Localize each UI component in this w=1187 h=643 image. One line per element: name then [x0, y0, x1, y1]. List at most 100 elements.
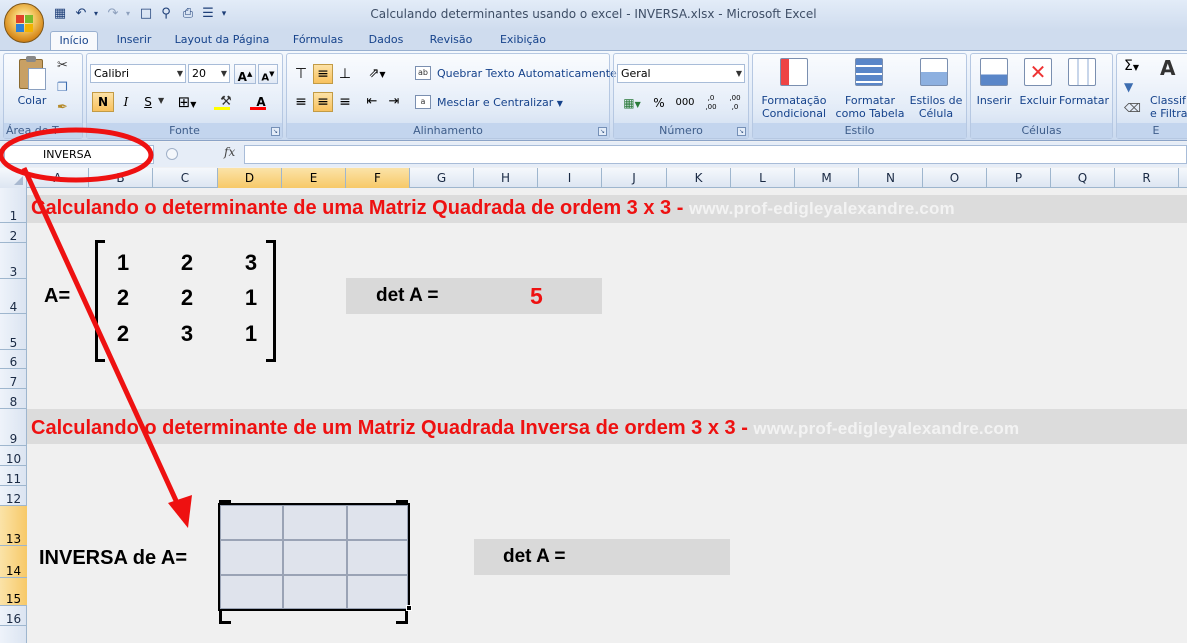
italic-button[interactable]: I — [116, 92, 136, 112]
alignment-launcher-icon[interactable]: ↘ — [598, 127, 607, 136]
increase-indent-icon[interactable]: ⇥ — [384, 92, 404, 112]
column-header-d[interactable]: D — [218, 168, 282, 188]
inverse-cell[interactable] — [347, 575, 408, 609]
format-cells-button[interactable]: Formatar — [1058, 94, 1110, 107]
fill-icon[interactable]: ▼ — [1124, 80, 1133, 94]
grow-font-button[interactable]: A▲ — [234, 64, 256, 84]
delete-cells-icon[interactable]: ✕ — [1024, 58, 1052, 86]
number-format-select[interactable]: Geral ▼ — [617, 64, 745, 83]
office-button[interactable] — [4, 3, 44, 43]
insert-function-icon[interactable]: fx — [224, 145, 235, 159]
matrix-cell[interactable]: 2 — [172, 250, 202, 276]
column-header-c[interactable]: C — [153, 168, 218, 188]
row-header-1[interactable]: 1 — [0, 188, 27, 223]
column-header-r[interactable]: R — [1115, 168, 1179, 188]
copy-icon[interactable]: ❐ — [57, 80, 68, 94]
tab-inserir[interactable]: Inserir — [108, 31, 160, 50]
matrix-cell[interactable]: 2 — [172, 285, 202, 311]
row-header-12[interactable]: 12 — [0, 486, 27, 506]
column-header-e[interactable]: E — [282, 168, 346, 188]
inverse-cell[interactable] — [283, 540, 347, 575]
align-top-icon[interactable]: ⊤ — [291, 64, 311, 84]
column-header-g[interactable]: G — [410, 168, 474, 188]
merge-center-button[interactable]: Mesclar e Centralizar ▼ — [437, 96, 563, 109]
column-header-o[interactable]: O — [923, 168, 987, 188]
sort-filter-button[interactable]: Classif e Filtra — [1150, 94, 1187, 120]
orientation-icon[interactable]: ⇗▼ — [362, 64, 392, 84]
paste-button[interactable]: Colar — [12, 94, 52, 107]
row-header-13[interactable]: 13 — [0, 506, 27, 546]
column-header-f[interactable]: F — [346, 168, 410, 188]
matrix-cell[interactable]: 1 — [108, 250, 138, 276]
delete-cells-button[interactable]: Excluir — [1017, 94, 1059, 107]
tab-revisao[interactable]: Revisão — [420, 31, 482, 50]
cell-styles-button[interactable]: Estilos de Célula — [906, 94, 966, 120]
matrix-cell[interactable]: 1 — [236, 321, 266, 347]
format-as-table-icon[interactable] — [855, 58, 883, 86]
tab-inicio[interactable]: Início — [50, 31, 98, 50]
column-header-q[interactable]: Q — [1051, 168, 1115, 188]
inverse-cell[interactable] — [220, 540, 283, 575]
cut-icon[interactable]: ✂ — [57, 58, 68, 73]
column-header-m[interactable]: M — [795, 168, 859, 188]
column-header-j[interactable]: J — [602, 168, 667, 188]
align-left-icon[interactable]: ≡ — [291, 92, 311, 112]
increase-decimal-button[interactable]: ,0 ,00 — [700, 93, 722, 113]
row-header-7[interactable]: 7 — [0, 369, 27, 389]
percent-button[interactable]: % — [652, 93, 666, 113]
tab-formulas[interactable]: Fórmulas — [284, 31, 352, 50]
row-header-6[interactable]: 6 — [0, 350, 27, 369]
matrix-cell[interactable]: 2 — [108, 321, 138, 347]
row-header-9[interactable]: 9 — [0, 409, 27, 446]
align-bottom-icon[interactable]: ⊥ — [335, 64, 355, 84]
format-painter-icon[interactable]: ✒ — [57, 100, 68, 115]
inverse-cell[interactable] — [283, 505, 347, 540]
paste-icon[interactable] — [16, 56, 48, 92]
column-header-n[interactable]: N — [859, 168, 923, 188]
column-header-b[interactable]: B — [89, 168, 153, 188]
font-launcher-icon[interactable]: ↘ — [271, 127, 280, 136]
formula-input[interactable] — [244, 145, 1187, 164]
font-color-button[interactable]: A — [246, 92, 276, 112]
row-header-4[interactable]: 4 — [0, 279, 27, 314]
column-header-l[interactable]: L — [731, 168, 795, 188]
row-header-8[interactable]: 8 — [0, 389, 27, 409]
matrix-cell[interactable]: 1 — [236, 285, 266, 311]
format-as-table-button[interactable]: Formatar como Tabela — [832, 94, 908, 120]
column-header-i[interactable]: I — [538, 168, 602, 188]
fill-handle[interactable] — [406, 605, 412, 611]
tab-layout[interactable]: Layout da Página — [170, 31, 274, 50]
select-all-button[interactable] — [0, 168, 27, 188]
row-header-15[interactable]: 15 — [0, 578, 27, 606]
thousands-button[interactable]: 000 — [672, 93, 698, 113]
underline-dropdown-icon[interactable]: ▼ — [158, 96, 164, 105]
inverse-cell[interactable] — [347, 540, 408, 575]
inverse-cell[interactable] — [283, 575, 347, 609]
insert-cells-button[interactable]: Inserir — [974, 94, 1014, 107]
namebox-resize-icon[interactable] — [166, 148, 178, 160]
format-cells-icon[interactable] — [1068, 58, 1096, 86]
align-middle-icon[interactable]: ≡ — [313, 64, 333, 84]
insert-cells-icon[interactable] — [980, 58, 1008, 86]
conditional-formatting-button[interactable]: Formatação Condicional — [756, 94, 832, 120]
cell-styles-icon[interactable] — [920, 58, 948, 86]
underline-button[interactable]: S — [138, 92, 158, 112]
row-header-5[interactable]: 5 — [0, 314, 27, 350]
borders-icon[interactable]: ⊞▼ — [174, 92, 200, 112]
inverse-cell[interactable] — [220, 575, 283, 609]
currency-icon[interactable]: ▦▼ — [618, 93, 646, 113]
font-name-select[interactable]: Calibri ▼ — [90, 64, 186, 83]
column-header-a[interactable]: A — [27, 168, 89, 188]
autosum-icon[interactable]: Σ▼ — [1124, 58, 1139, 74]
name-box[interactable]: INVERSA — [4, 145, 154, 164]
inverse-cell[interactable] — [347, 505, 408, 540]
matrix-cell[interactable]: 3 — [236, 250, 266, 276]
clear-icon[interactable]: ⌫ — [1124, 101, 1141, 115]
tab-exibicao[interactable]: Exibição — [492, 31, 554, 50]
font-size-select[interactable]: 20 ▼ — [188, 64, 230, 83]
tab-dados[interactable]: Dados — [362, 31, 410, 50]
sort-filter-icon[interactable]: A — [1160, 56, 1175, 80]
row-header-3[interactable]: 3 — [0, 243, 27, 279]
conditional-formatting-icon[interactable] — [780, 58, 808, 86]
bold-button[interactable]: N — [92, 92, 114, 112]
